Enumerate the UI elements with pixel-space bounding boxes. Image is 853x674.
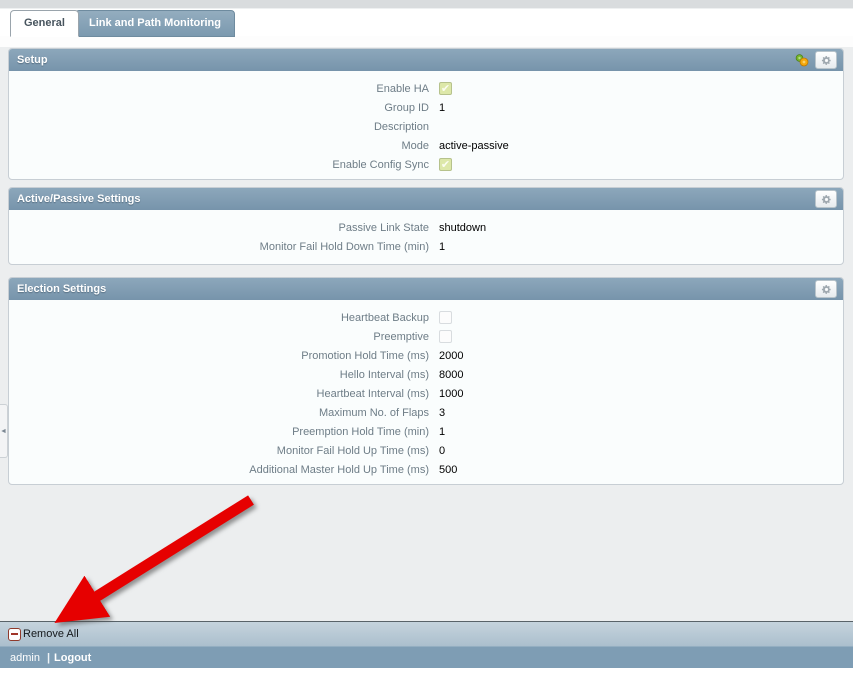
field-value: 1	[439, 425, 446, 438]
field-value: 3	[439, 406, 446, 419]
section-title: Setup	[17, 54, 48, 66]
field-label: Hello Interval (ms)	[339, 368, 429, 381]
section-setup: Setup Enable HA Group ID 1 Description Modeac…	[8, 48, 844, 180]
unchecked-checkbox[interactable]	[439, 330, 452, 343]
section-election-settings: Election Settings Heartbeat Backup Preempt…	[8, 277, 844, 485]
field-row-maximum-no-of-flaps: Maximum No. of Flaps 3	[9, 403, 843, 422]
field-label: Enable Config Sync	[332, 158, 429, 171]
field-row-group-id: Group ID 1	[9, 98, 843, 117]
tab-general[interactable]: General	[10, 10, 79, 37]
field-row-monitor-fail-hold-down-time-min: Monitor Fail Hold Down Time (min) 1	[9, 237, 843, 256]
checked-checkbox[interactable]	[439, 82, 452, 95]
section-header-icons	[815, 190, 837, 208]
section-header-icons	[815, 280, 837, 298]
username: admin	[10, 651, 40, 664]
field-label: Monitor Fail Hold Up Time (ms)	[276, 444, 429, 457]
content-top-strip	[0, 36, 853, 47]
remove-all-bar: Remove All	[0, 621, 853, 646]
field-row-description: Description	[9, 117, 843, 136]
field-value	[439, 311, 452, 324]
field-value: active-passive	[439, 139, 509, 152]
field-value: 1	[439, 240, 446, 253]
field-row-promotion-hold-time-ms: Promotion Hold Time (ms) 2000	[9, 346, 843, 365]
field-value: 500	[439, 463, 458, 476]
field-value: 1	[439, 101, 446, 114]
field-label: Monitor Fail Hold Down Time (min)	[259, 240, 429, 253]
field-label: Maximum No. of Flaps	[318, 406, 429, 419]
field-row-enable-ha: Enable HA	[9, 79, 843, 98]
field-label: Description	[373, 120, 429, 133]
field-value: shutdown	[439, 221, 487, 234]
sidebar-collapse-handle[interactable]: ◄	[0, 404, 8, 458]
checked-checkbox[interactable]	[439, 158, 452, 171]
field-label: Passive Link State	[338, 221, 430, 234]
field-label: Heartbeat Backup	[340, 311, 429, 324]
ha-config-screen: General Link and Path Monitoring Setup Ena…	[0, 0, 853, 674]
section-header: Election Settings	[9, 278, 843, 300]
field-label: Mode	[401, 139, 429, 152]
field-value: 8000	[439, 368, 464, 381]
section-title: Active/Passive Settings	[17, 193, 141, 205]
content-area: Setup Enable HA Group ID 1 Description Modeac…	[0, 36, 853, 621]
field-value	[439, 82, 452, 95]
top-edge-strip	[0, 0, 853, 9]
section-body: Enable HA Group ID 1 Description Mode active-…	[9, 71, 843, 174]
field-label: Group ID	[384, 101, 429, 114]
field-label: Preemption Hold Time (min)	[292, 425, 429, 438]
field-row-monitor-fail-hold-up-time-ms: Monitor Fail Hold Up Time (ms) 0	[9, 441, 843, 460]
section-active-passive-settings: Active/Passive Settings Passive Link Stat…	[8, 187, 844, 265]
logout-link[interactable]: Logout	[54, 652, 91, 664]
field-label: Additional Master Hold Up Time (ms)	[249, 463, 429, 476]
section-body: Passive Link State shutdown Monitor Fail H…	[9, 210, 843, 256]
gear-icon[interactable]	[815, 190, 837, 208]
field-row-enable-config-sync: Enable Config Sync	[9, 155, 843, 174]
tab-link-and-path-monitoring[interactable]: Link and Path Monitoring	[75, 10, 235, 37]
chevron-left-icon: ◄	[0, 427, 7, 435]
field-label: Preemptive	[373, 330, 429, 343]
field-row-hello-interval-ms: Hello Interval (ms) 8000	[9, 365, 843, 384]
field-value: 2000	[439, 349, 464, 362]
field-value	[439, 330, 452, 343]
gear-icon[interactable]	[815, 51, 837, 69]
section-header: Active/Passive Settings	[9, 188, 843, 210]
gear-icon[interactable]	[815, 280, 837, 298]
unchecked-checkbox[interactable]	[439, 311, 452, 324]
field-label: Enable HA	[376, 82, 429, 95]
field-row-heartbeat-backup: Heartbeat Backup	[9, 308, 843, 327]
field-row-mode: Mode active-passive	[9, 136, 843, 155]
field-row-preemption-hold-time-min: Preemption Hold Time (min) 1	[9, 422, 843, 441]
section-title: Election Settings	[17, 283, 107, 295]
section-header: Setup	[9, 49, 843, 71]
field-label: Promotion Hold Time (ms)	[301, 349, 429, 362]
field-row-heartbeat-interval-ms: Heartbeat Interval (ms) 1000	[9, 384, 843, 403]
section-body: Heartbeat Backup Preemptive Promotion Hold…	[9, 300, 843, 479]
footer-bar: admin | Logout	[0, 646, 853, 668]
field-row-preemptive: Preemptive	[9, 327, 843, 346]
remove-all-minus-icon[interactable]	[8, 627, 21, 641]
section-header-icons	[793, 51, 837, 69]
sync-icon[interactable]	[793, 52, 811, 68]
footer-separator: |	[46, 651, 51, 664]
field-row-additional-master-hold-up-time-ms: Additional Master Hold Up Time (ms) 500	[9, 460, 843, 479]
tab-bar: General Link and Path Monitoring	[0, 9, 853, 37]
field-value	[439, 158, 452, 171]
field-row-passive-link-state: Passive Link State shutdown	[9, 218, 843, 237]
field-value: 0	[439, 444, 446, 457]
field-label: Heartbeat Interval (ms)	[316, 387, 429, 400]
remove-all-label[interactable]: Remove All	[23, 628, 79, 640]
field-value: 1000	[439, 387, 464, 400]
